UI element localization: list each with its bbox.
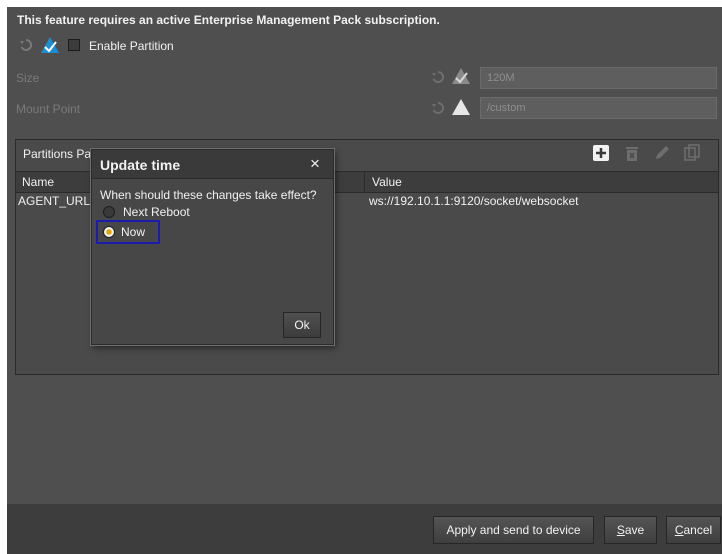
warning-triangle-icon [451,98,471,116]
table-cell-value[interactable]: ws://192.10.1.1:9120/socket/websocket [369,194,578,208]
cancel-mnemonic: C [674,523,684,537]
option-now[interactable]: Now [121,225,145,239]
copy-icon[interactable] [683,144,701,162]
cancel-label: ancel [683,523,713,537]
update-time-dialog: Update time × When should these changes … [91,149,334,345]
edit-icon[interactable] [653,144,671,162]
option-next-reboot[interactable]: Next Reboot [123,205,190,219]
table-cell-name[interactable]: AGENT_URL [18,194,90,208]
add-icon[interactable] [592,144,610,162]
size-input[interactable]: 120M [480,67,717,89]
dialog-title-bar: Update time × [92,150,333,179]
cancel-button[interactable]: Cancel [666,516,721,544]
size-label: Size [16,71,40,85]
column-header-name[interactable]: Name [22,175,54,189]
column-header-value[interactable]: Value [372,175,402,189]
settings-panel: This feature requires an active Enterpri… [7,7,722,554]
checked-status-icon [451,67,471,85]
mount-point-label: Mount Point [16,102,81,116]
reset-icon[interactable] [19,38,33,52]
apply-send-button[interactable]: Apply and send to device [433,516,594,544]
reset-icon[interactable] [431,101,445,115]
dialog-title: Update time [100,157,181,173]
radio-next-reboot[interactable] [103,206,115,218]
delete-icon[interactable] [623,144,641,162]
checked-status-icon [40,36,60,54]
subscription-notice: This feature requires an active Enterpri… [17,13,440,27]
dialog-question: When should these changes take effect? [100,188,317,202]
table-title: Partitions Pa [23,147,92,161]
save-button[interactable]: Save [604,516,657,544]
radio-now-selected[interactable] [103,226,115,238]
footer-bar: Apply and send to device Save Cancel [7,504,722,554]
reset-icon[interactable] [431,70,445,84]
ok-button[interactable]: Ok [283,312,321,338]
column-divider [364,172,365,192]
enable-partition-checkbox[interactable] [68,39,80,51]
save-label: ave [624,523,645,537]
mount-point-input[interactable]: /custom [480,97,717,119]
enable-partition-label: Enable Partition [89,39,174,53]
save-mnemonic: S [616,523,625,537]
close-icon[interactable]: × [310,154,320,174]
